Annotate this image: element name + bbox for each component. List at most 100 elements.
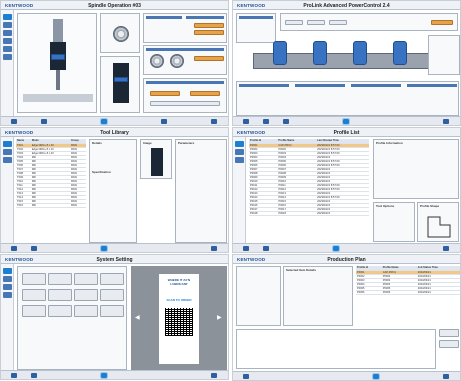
nav-icon-2[interactable] xyxy=(263,119,269,124)
nav-icon-2[interactable] xyxy=(31,246,37,251)
nav-back-icon[interactable] xyxy=(443,374,449,379)
run-button[interactable] xyxy=(431,20,453,25)
nav-back-icon[interactable] xyxy=(443,119,449,124)
bottom-nav xyxy=(1,116,228,125)
apply-button[interactable] xyxy=(194,56,224,61)
nav-icon-1[interactable] xyxy=(11,246,17,251)
sidebar-item-6[interactable] xyxy=(3,54,12,60)
tool-library-panel: KENTWOOD Tool Library Name Mode Group T0… xyxy=(0,127,229,253)
setting-tile-7[interactable] xyxy=(74,289,98,301)
production-table: Profile Id Profile Name Job Status Time … xyxy=(356,266,460,295)
sidebar-item-2[interactable] xyxy=(3,276,12,282)
sidebar-item-2[interactable] xyxy=(235,149,244,155)
operation-button[interactable] xyxy=(150,91,180,96)
setting-tile-6[interactable] xyxy=(48,289,72,301)
spindle-operation-button[interactable] xyxy=(194,23,224,28)
sidebar-item-2[interactable] xyxy=(3,149,12,155)
nav-icon-3[interactable] xyxy=(283,119,289,124)
qr-card-backdrop: WHERE IT ZA'N LUBRICANT SCAN TO ORDER ◀ … xyxy=(131,266,227,370)
table-row[interactable]: P0018 P0018 2023/03/21 xyxy=(249,211,369,216)
setting-tile-11[interactable] xyxy=(74,305,98,317)
page-title: Spindle Operation #03 xyxy=(88,2,141,9)
tool-button-1[interactable] xyxy=(285,20,303,25)
panel-header: KENTWOOD System Setting xyxy=(1,255,228,264)
tool-button-2[interactable] xyxy=(307,20,325,25)
nav-icon-active[interactable] xyxy=(100,118,108,125)
section-title: Tool Options xyxy=(376,204,395,208)
nav-icon-2[interactable] xyxy=(31,373,37,378)
nav-icon-1[interactable] xyxy=(243,246,249,251)
sidebar-item-3[interactable] xyxy=(3,30,12,36)
nav-icon-1[interactable] xyxy=(11,373,17,378)
nav-back-icon[interactable] xyxy=(211,373,217,378)
controls-box xyxy=(143,45,227,75)
table-row[interactable]: T016 Mill RAW xyxy=(16,203,86,208)
setting-tile-1[interactable] xyxy=(22,273,46,285)
knob-icon-2[interactable] xyxy=(170,54,184,68)
section-title: Details xyxy=(92,141,102,145)
spindle-unit-3[interactable] xyxy=(353,41,367,65)
sidebar-item-3[interactable] xyxy=(3,284,12,290)
readout-bar-4 xyxy=(407,84,457,87)
nav-forward-icon[interactable] xyxy=(211,119,217,124)
spindle-unit-4[interactable] xyxy=(393,41,407,65)
setting-tile-5[interactable] xyxy=(22,289,46,301)
tool-button-3[interactable] xyxy=(329,20,347,25)
knob-icon[interactable] xyxy=(150,54,164,68)
nav-icon-2[interactable] xyxy=(263,246,269,251)
nav-icon-2[interactable] xyxy=(41,119,47,124)
nav-icon-active[interactable] xyxy=(100,372,108,379)
sidebar-item-1[interactable] xyxy=(235,141,244,147)
nav-icon-active[interactable] xyxy=(100,245,108,252)
remove-button[interactable] xyxy=(439,340,459,348)
setting-tile-3[interactable] xyxy=(74,273,98,285)
prev-arrow-icon[interactable]: ◀ xyxy=(135,314,140,321)
toolbar-box xyxy=(280,13,458,31)
sidebar-item-3[interactable] xyxy=(3,157,12,163)
nav-icon-4[interactable] xyxy=(161,119,167,124)
nav-icon-active[interactable] xyxy=(342,118,350,125)
sidebar-item-4[interactable] xyxy=(3,38,12,44)
tool-table: Name Mode Group T001 Edge DRILL 8 x 40 RAW… xyxy=(16,139,86,208)
nav-back-icon[interactable] xyxy=(211,246,217,251)
sidebar-item-5[interactable] xyxy=(3,46,12,52)
next-arrow-icon[interactable]: ▶ xyxy=(217,314,222,321)
nav-icon-1[interactable] xyxy=(243,119,249,124)
table-cell: 2023/03/21 xyxy=(416,290,460,295)
operation-button-2[interactable] xyxy=(190,91,220,96)
setting-tile-9[interactable] xyxy=(22,305,46,317)
section-title: Selected Item Details xyxy=(286,268,317,272)
nav-icon-active[interactable] xyxy=(372,373,380,380)
setting-tile-12[interactable] xyxy=(100,305,124,317)
spindle-operation-button-2[interactable] xyxy=(194,30,224,35)
setting-tile-8[interactable] xyxy=(100,289,124,301)
sidebar-item-1[interactable] xyxy=(3,268,12,274)
add-button[interactable] xyxy=(439,329,459,337)
card-title: WHERE IT ZA'N LUBRICANT xyxy=(167,278,191,286)
sidebar-item-1[interactable] xyxy=(3,141,12,147)
controls-bar xyxy=(146,48,224,51)
table-cell: T016 xyxy=(16,203,31,208)
bottom-nav xyxy=(233,116,460,125)
table-cell: P0018 xyxy=(277,211,317,216)
qr-code-icon[interactable] xyxy=(165,308,193,336)
spindle-unit-2[interactable] xyxy=(313,41,327,65)
section-title: Parameters xyxy=(178,141,195,145)
nav-back-icon[interactable] xyxy=(443,246,449,251)
nav-icon-1[interactable] xyxy=(243,374,249,379)
nav-back-icon[interactable] xyxy=(11,119,17,124)
sidebar-item-4[interactable] xyxy=(3,292,12,298)
sidebar-item-operation[interactable] xyxy=(3,14,12,20)
bottom-nav xyxy=(1,370,228,379)
setting-tile-10[interactable] xyxy=(48,305,72,317)
section-title: Profile Shape xyxy=(420,204,440,208)
table-row[interactable]: P0006 P0006 2023/03/21 xyxy=(356,290,460,295)
sidebar-item-3[interactable] xyxy=(235,157,244,163)
secondary-button[interactable] xyxy=(150,101,220,106)
setting-tile-4[interactable] xyxy=(100,273,124,285)
setting-tile-2[interactable] xyxy=(48,273,72,285)
spindle-unit-1[interactable] xyxy=(273,41,287,65)
sidebar-item-2[interactable] xyxy=(3,22,12,28)
sidebar xyxy=(1,10,14,116)
nav-icon-active[interactable] xyxy=(332,245,340,252)
